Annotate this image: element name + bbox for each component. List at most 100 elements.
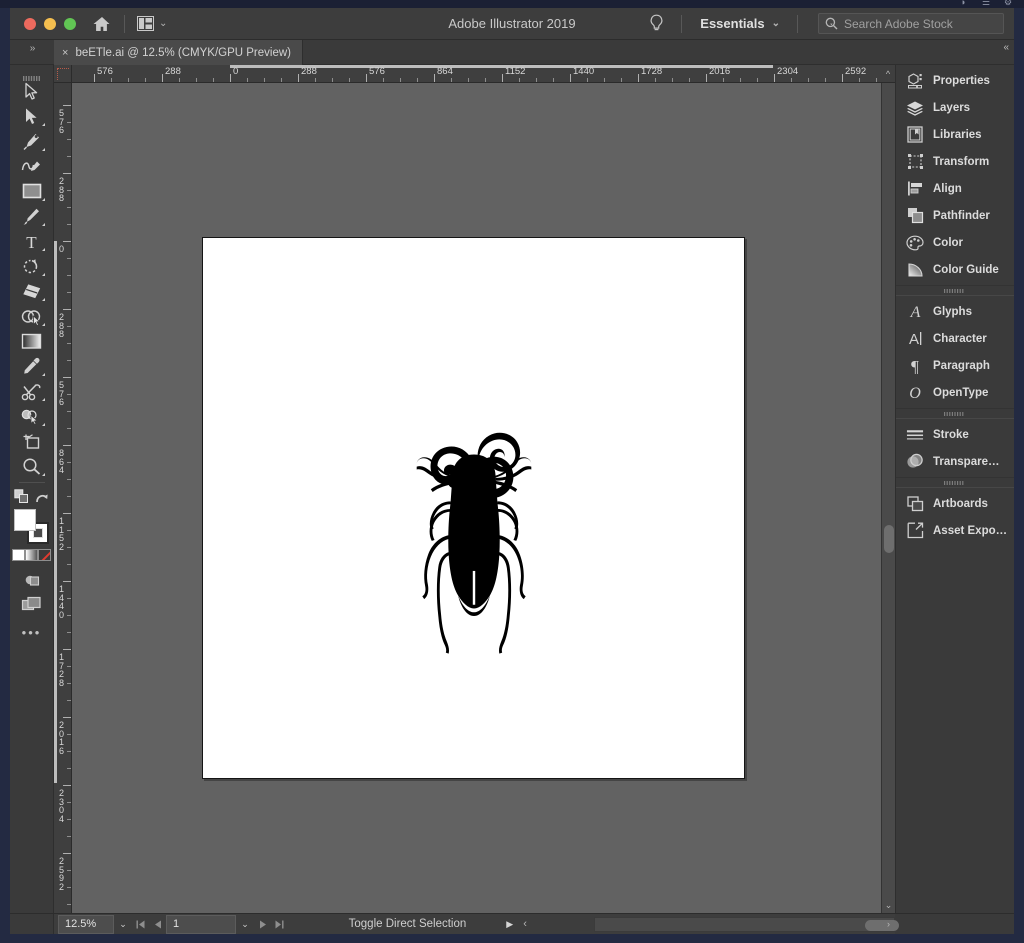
- previous-artboard-button[interactable]: [149, 915, 166, 934]
- close-icon[interactable]: ×: [62, 47, 68, 59]
- panel-item-color[interactable]: Color: [896, 229, 1014, 256]
- screen-mode-icon[interactable]: [17, 592, 47, 617]
- ruler-tick-minor: [67, 428, 71, 429]
- panel-group-drag-handle[interactable]: [896, 408, 1014, 419]
- workspace-switcher-button[interactable]: Essentials ⌄: [694, 16, 785, 31]
- type-tool[interactable]: T: [17, 229, 47, 254]
- edit-toolbar-button[interactable]: •••: [22, 625, 42, 640]
- pen-tool[interactable]: [17, 129, 47, 154]
- toolbar-expand-button[interactable]: »: [10, 40, 54, 64]
- tools-panel: T •••: [10, 65, 54, 913]
- beetle-artwork[interactable]: [394, 353, 554, 663]
- panel-item-label: Asset Expo…: [933, 524, 1008, 537]
- color-mode-button[interactable]: [12, 549, 25, 561]
- eraser-tool[interactable]: [17, 279, 47, 304]
- ruler-tick-major: [63, 377, 71, 378]
- close-window-button[interactable]: [24, 17, 36, 30]
- scissors-tool[interactable]: [17, 379, 47, 404]
- fill-swatch[interactable]: [13, 509, 36, 531]
- panel-item-pathfinder[interactable]: Pathfinder: [896, 202, 1014, 229]
- panel-item-label: Glyphs: [933, 305, 972, 318]
- vertical-scrollbar[interactable]: ⌄: [881, 83, 895, 913]
- search-input[interactable]: Search Adobe Stock: [818, 13, 1004, 34]
- curvature-tool[interactable]: [17, 154, 47, 179]
- eyedropper-tool[interactable]: [17, 354, 47, 379]
- ruler-tick-minor: [67, 887, 71, 888]
- swap-fill-stroke-icon[interactable]: [12, 488, 32, 506]
- gradient-mode-button[interactable]: [25, 549, 38, 561]
- panel-item-opentype[interactable]: O OpenType: [896, 379, 1014, 406]
- scroll-down-chevron-icon[interactable]: ⌄: [885, 900, 893, 911]
- vertical-scrollbar-thumb[interactable]: [884, 525, 894, 553]
- panel-item-paragraph[interactable]: ¶ Paragraph: [896, 352, 1014, 379]
- illustrator-window: ⌄ Adobe Illustrator 2019 Essentials ⌄ Se…: [10, 8, 1014, 934]
- default-fill-stroke-icon[interactable]: [32, 488, 52, 506]
- status-message[interactable]: Toggle Direct Selection ▶ ‹: [288, 918, 588, 930]
- ruler-tick-major: [570, 74, 571, 82]
- paintbrush-tool[interactable]: [17, 204, 47, 229]
- rotate-tool[interactable]: [17, 254, 47, 279]
- zoom-dropdown-button[interactable]: ⌄: [114, 915, 132, 934]
- lightbulb-icon[interactable]: [643, 13, 669, 35]
- artboard[interactable]: [202, 237, 745, 779]
- desktop-background: ◑ ☰ ⚙ ⌄ Adobe Illustrator 2019 Essential…: [0, 0, 1024, 943]
- vertical-ruler[interactable]: 576 288 0 288 576 864 1152 1440 1728 2016 2304 2592…: [54, 83, 72, 913]
- none-mode-button[interactable]: [38, 549, 51, 561]
- direct-selection-tool[interactable]: [17, 104, 47, 129]
- ruler-tick-minor: [859, 78, 860, 82]
- arrange-chevron-down-icon: ⌄: [159, 18, 167, 29]
- ruler-tick-major: [63, 581, 71, 582]
- artboard-tool[interactable]: [17, 429, 47, 454]
- ruler-tick-minor: [67, 190, 71, 191]
- chevron-down-icon: ⌄: [119, 918, 127, 929]
- panel-collapse-button[interactable]: «: [895, 40, 1014, 64]
- rectangle-tool[interactable]: [17, 179, 47, 204]
- panel-group-drag-handle[interactable]: [896, 285, 1014, 296]
- zoom-tool[interactable]: [17, 454, 47, 479]
- svg-text:A: A: [908, 331, 918, 347]
- panel-item-stroke[interactable]: Stroke: [896, 421, 1014, 448]
- panel-item-align[interactable]: Align: [896, 175, 1014, 202]
- scroll-right-chevron-icon[interactable]: ›: [887, 919, 890, 929]
- panel-item-character[interactable]: A Character: [896, 325, 1014, 352]
- document-tab[interactable]: × beETle.ai @ 12.5% (CMYK/GPU Preview): [54, 40, 303, 65]
- zoom-level-input[interactable]: 12.5%: [58, 914, 114, 934]
- free-transform-tool[interactable]: [17, 404, 47, 429]
- panel-item-transform[interactable]: Transform: [896, 148, 1014, 175]
- panel-item-artboards[interactable]: Artboards: [896, 490, 1014, 517]
- minimize-window-button[interactable]: [44, 17, 56, 30]
- status-play-icon[interactable]: ▶: [506, 919, 513, 930]
- horizontal-scrollbar-thumb[interactable]: [864, 919, 899, 931]
- status-previous-icon[interactable]: ‹: [523, 918, 527, 930]
- arrange-documents-button[interactable]: ⌄: [137, 16, 167, 31]
- panel-item-color-guide[interactable]: Color Guide: [896, 256, 1014, 283]
- artboard-number-input[interactable]: 1: [166, 914, 236, 934]
- panel-item-layers[interactable]: Layers: [896, 94, 1014, 121]
- artboard-dropdown-button[interactable]: ⌄: [236, 915, 254, 934]
- panel-item-glyphs[interactable]: A Glyphs: [896, 298, 1014, 325]
- maximize-window-button[interactable]: [64, 17, 76, 30]
- selection-tool[interactable]: [17, 79, 47, 104]
- panel-item-asset-expo[interactable]: Asset Expo…: [896, 517, 1014, 544]
- ruler-origin-handle[interactable]: [54, 65, 72, 83]
- gradient-tool[interactable]: [17, 329, 47, 354]
- horizontal-ruler[interactable]: 576 288 0 288 576 864 1152 1440 1728 2016 2304 2592…: [72, 65, 881, 83]
- panel-item-properties[interactable]: Properties: [896, 67, 1014, 94]
- panel-group-drag-handle[interactable]: [896, 477, 1014, 488]
- panel-item-libraries[interactable]: Libraries: [896, 121, 1014, 148]
- home-icon[interactable]: [92, 14, 112, 34]
- drawing-modes-icon[interactable]: [17, 567, 47, 592]
- ruler-tick-minor: [67, 326, 71, 327]
- ruler-scroll-up-button[interactable]: ^: [881, 65, 895, 83]
- canvas[interactable]: [72, 83, 881, 913]
- ruler-tick-major: [298, 74, 299, 82]
- workspace-body: T ••• 576 288 0 288 576 864 1152 1440 17…: [10, 65, 1014, 913]
- first-artboard-button[interactable]: [132, 915, 149, 934]
- horizontal-scrollbar[interactable]: ›: [593, 916, 899, 932]
- shape-builder-tool[interactable]: [17, 304, 47, 329]
- next-artboard-button[interactable]: [254, 915, 271, 934]
- tools-drag-handle[interactable]: [22, 69, 41, 81]
- last-artboard-button[interactable]: [271, 915, 288, 934]
- panel-item-transpare[interactable]: Transpare…: [896, 448, 1014, 475]
- fill-and-stroke-swatches[interactable]: [13, 509, 50, 545]
